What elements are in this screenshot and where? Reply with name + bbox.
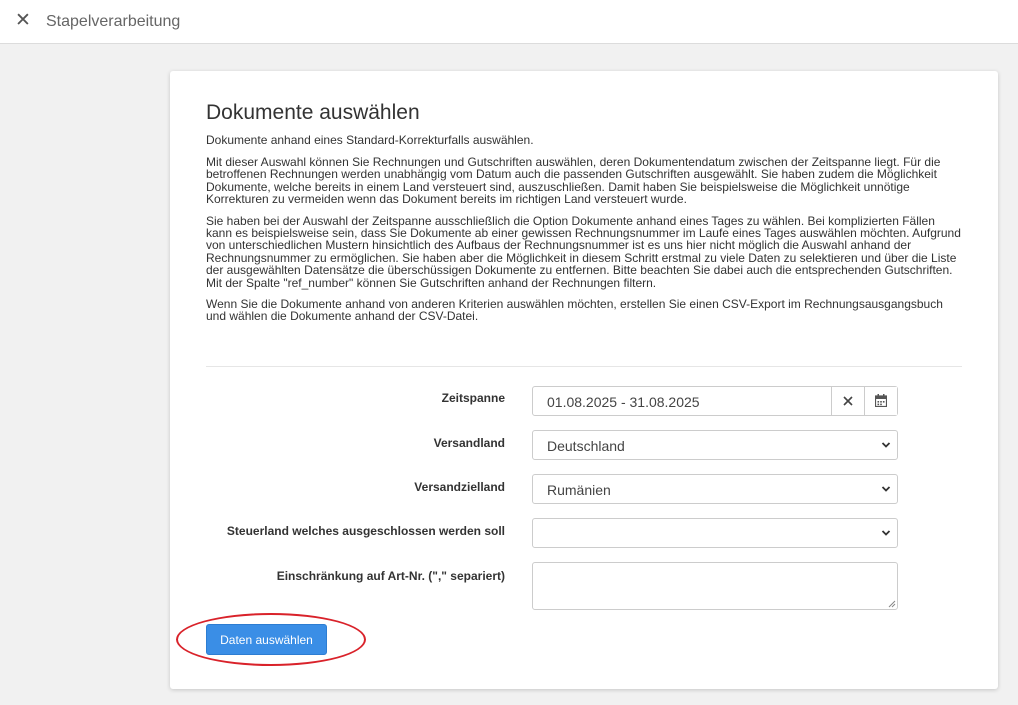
highlight-annotation (176, 613, 366, 666)
destination-country-select[interactable]: Rumänien (532, 474, 898, 504)
window-title: Stapelverarbeitung (46, 13, 181, 30)
description-paragraph: Sie haben bei der Auswahl der Zeitspanne… (206, 213, 961, 290)
shipping-country-select[interactable]: Deutschland (532, 430, 898, 460)
chevron-down-icon (881, 486, 891, 492)
excluded-tax-country-label: Steuerland welches ausgeschlossen werden… (226, 524, 505, 538)
destination-country-value: Rumänien (547, 482, 611, 498)
article-filter-textarea[interactable] (532, 562, 898, 610)
period-label: Zeitspanne (441, 391, 505, 405)
shipping-country-value: Deutschland (547, 438, 625, 454)
calendar-icon (874, 394, 888, 408)
select-documents-card: Dokumente auswählen Dokumente anhand ein… (170, 71, 998, 689)
close-icon[interactable]: ✕ (14, 11, 32, 31)
divider (206, 366, 962, 367)
description-section: Dokumente auswählen Dokumente anhand ein… (206, 101, 962, 323)
shipping-country-label: Versandland (433, 436, 505, 450)
article-filter-label: Einschränkung auf Art-Nr. ("," separiert… (276, 569, 505, 583)
page-title: Dokumente auswählen (206, 101, 420, 124)
excluded-tax-country-select[interactable] (532, 518, 898, 548)
resize-handle-icon[interactable] (888, 600, 896, 608)
chevron-down-icon (881, 442, 891, 448)
close-icon (843, 396, 853, 406)
intro-text: Dokumente anhand eines Standard-Korrektu… (206, 133, 534, 147)
description-paragraph: Wenn Sie die Dokumente anhand von andere… (206, 297, 943, 324)
clear-period-button[interactable] (831, 387, 864, 415)
period-field[interactable]: 01.08.2025 - 31.08.2025 (532, 386, 898, 416)
calendar-button[interactable] (864, 387, 897, 415)
top-bar: ✕ Stapelverarbeitung (0, 0, 1018, 44)
chevron-down-icon (881, 530, 891, 536)
period-value: 01.08.2025 - 31.08.2025 (547, 394, 700, 410)
description-paragraph: Mit dieser Auswahl können Sie Rechnungen… (206, 155, 941, 207)
destination-country-label: Versandzielland (414, 480, 505, 494)
